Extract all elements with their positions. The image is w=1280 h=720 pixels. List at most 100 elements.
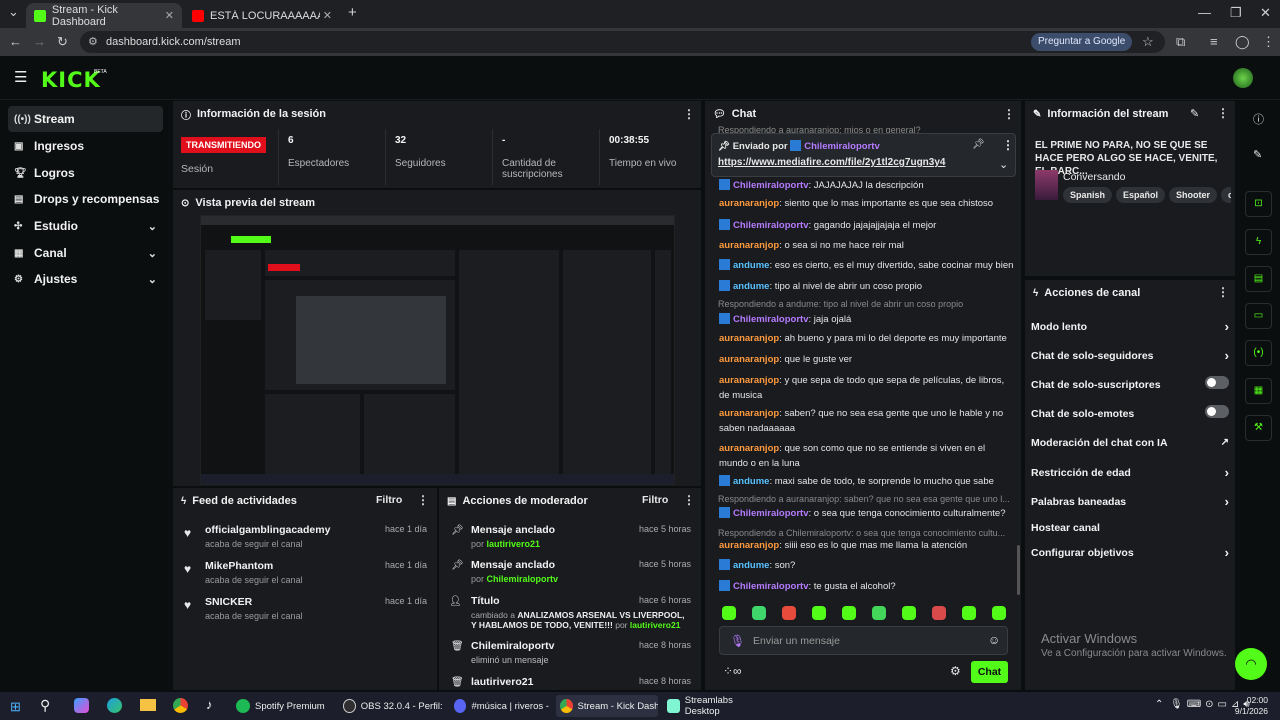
taskbar-app-obs[interactable]: OBS 32.0.4 - Perfil: ...: [339, 695, 444, 717]
kick-logo[interactable]: KICK: [41, 68, 101, 92]
points-icon[interactable]: ⁘∞: [723, 664, 742, 678]
mod-user[interactable]: lautirivero21: [630, 620, 681, 630]
minimize-icon[interactable]: —: [1198, 0, 1211, 27]
chat-username[interactable]: Chilemiraloportv: [733, 220, 809, 231]
taskbar-app-discord[interactable]: #música | riveros - ...: [450, 695, 550, 717]
mod-user[interactable]: lautirivero21: [487, 539, 541, 549]
chat-message[interactable]: andume: tipo al nivel de abrir un coso p…: [719, 279, 1015, 294]
category-name[interactable]: Conversando: [1063, 171, 1125, 183]
channel-action-item[interactable]: Restricción de edad ›: [1031, 465, 1229, 480]
site-info-icon[interactable]: ⚙: [88, 31, 98, 53]
more-options-icon[interactable]: ⋮: [1217, 106, 1229, 120]
tab-youtube[interactable]: ESTÁ LOCURAAAAAAAAAAAAAAA ✕: [184, 3, 340, 28]
chevron-down-icon[interactable]: ⌄: [999, 158, 1008, 171]
taskbar-clock[interactable]: 02:00 9/1/2026: [1232, 695, 1268, 717]
edit-stream-icon[interactable]: ✎: [1190, 107, 1199, 120]
sidebar-item-ingresos[interactable]: ▣ Ingresos: [8, 133, 163, 159]
sidebar-item-canal[interactable]: ▦ Canal ⌄: [8, 240, 163, 266]
channel-action-item[interactable]: Moderación del chat con IA ↗: [1031, 437, 1229, 449]
wrench-rail-icon[interactable]: ⚒: [1245, 415, 1272, 441]
chat-message[interactable]: auranaranjop: saben? que no sea esa gent…: [719, 406, 1015, 436]
sidebar-item-drops[interactable]: ▤ Drops y recompensas: [8, 186, 163, 212]
screenshot-rail-icon[interactable]: ⊡: [1245, 191, 1272, 217]
channel-action-item[interactable]: Palabras baneadas ›: [1031, 494, 1229, 509]
tag[interactable]: chill: [1221, 187, 1231, 203]
more-options-icon[interactable]: ⋮: [1002, 138, 1014, 152]
filter-button[interactable]: Filtro: [642, 494, 668, 506]
emoji-icon[interactable]: ☺: [988, 633, 1000, 647]
chat-scrollbar[interactable]: [1017, 545, 1020, 595]
emote-icon[interactable]: [812, 606, 826, 620]
edit-rail-icon[interactable]: ✎: [1253, 148, 1262, 161]
more-options-icon[interactable]: ⋮: [417, 493, 429, 507]
tab-search-icon[interactable]: ⌄: [8, 0, 19, 26]
chat-username[interactable]: auranaranjop: [719, 443, 779, 454]
chat-username[interactable]: andume: [733, 476, 769, 487]
channel-action-item[interactable]: Chat de solo-suscriptores: [1031, 376, 1229, 391]
file-explorer-icon[interactable]: [140, 699, 156, 711]
chat-message[interactable]: Chilemiraloportv: o sea que tenga conoci…: [719, 506, 1015, 521]
tray-chevron-icon[interactable]: ⌃: [1155, 699, 1163, 710]
chat-message[interactable]: andume: son?: [719, 558, 1015, 573]
stream-preview-video[interactable]: [200, 215, 675, 485]
chat-username[interactable]: Chilemiraloportv: [733, 180, 809, 191]
emote-icon[interactable]: [992, 606, 1006, 620]
chat-message[interactable]: auranaranjop: siento que lo mas importan…: [719, 196, 1015, 211]
channel-action-item[interactable]: Chat de solo-seguidores ›: [1031, 348, 1229, 363]
chat-message[interactable]: auranaranjop: y que sepa de todo que sep…: [719, 373, 1015, 403]
chat-message[interactable]: auranaranjop: o sea si no me hace reir m…: [719, 238, 1015, 253]
bookmark-star-icon[interactable]: ☆: [1142, 28, 1154, 56]
chat-username[interactable]: auranaranjop: [719, 354, 779, 365]
emote-icon[interactable]: [872, 606, 886, 620]
chat-username[interactable]: auranaranjop: [719, 198, 779, 209]
broadcast-rail-icon[interactable]: (•): [1245, 340, 1272, 366]
more-options-icon[interactable]: ⋮: [1003, 107, 1015, 121]
chrome-menu-icon[interactable]: ⋮: [1262, 28, 1275, 56]
emote-icon[interactable]: [902, 606, 916, 620]
emote-icon[interactable]: [962, 606, 976, 620]
chat-username[interactable]: auranaranjop: [719, 408, 779, 419]
chat-username[interactable]: auranaranjop: [719, 333, 779, 344]
more-options-icon[interactable]: ⋮: [1217, 285, 1229, 299]
pinned-message[interactable]: 📌︎ Enviado por Chilemiraloportv https://…: [711, 133, 1016, 177]
feed-name[interactable]: SNICKER: [205, 596, 303, 608]
forward-icon[interactable]: →: [33, 28, 46, 56]
edge-icon[interactable]: [107, 698, 122, 713]
emote-icon[interactable]: [752, 606, 766, 620]
chat-username[interactable]: auranaranjop: [719, 540, 779, 551]
taskbar-app-spotify[interactable]: Spotify Premium: [232, 695, 332, 717]
address-input[interactable]: ⚙ dashboard.kick.com/stream: [80, 31, 1165, 53]
unpin-icon[interactable]: 📌︎: [972, 139, 985, 150]
mod-user[interactable]: Chilemiraloportv: [487, 574, 559, 584]
reload-icon[interactable]: ↻: [57, 28, 68, 56]
chat-message[interactable]: auranaranjop: ah bueno y para mi lo del …: [719, 331, 1015, 346]
pinned-link[interactable]: https://www.mediafire.com/file/2y1tl2cg7…: [718, 157, 945, 168]
emote-icon[interactable]: [842, 606, 856, 620]
sidebar-item-ajustes[interactable]: ⚙ Ajustes ⌄: [8, 266, 163, 292]
emote-icon[interactable]: [722, 606, 736, 620]
taskbar-app-streamlabs[interactable]: Streamlabs Desktop: [663, 695, 763, 717]
filter-button[interactable]: Filtro: [376, 494, 402, 506]
maximize-icon[interactable]: ❐: [1230, 0, 1242, 27]
channel-action-item[interactable]: Hostear canal: [1031, 522, 1229, 534]
emote-icon[interactable]: [782, 606, 796, 620]
toggle-switch[interactable]: [1205, 405, 1229, 418]
chat-message[interactable]: Chilemiraloportv: gagando jajajajjajaja …: [719, 218, 1015, 233]
chrome-icon[interactable]: [173, 698, 188, 713]
chat-input[interactable]: 🎙︎ Enviar un mensaje ☺: [719, 626, 1008, 655]
chat-username[interactable]: andume: [733, 260, 769, 271]
toggle-switch[interactable]: [1205, 376, 1229, 389]
close-window-icon[interactable]: ✕: [1260, 0, 1271, 27]
tag[interactable]: Español: [1116, 187, 1166, 203]
info-rail-icon[interactable]: ⓘ: [1253, 111, 1264, 127]
tag[interactable]: Spanish: [1063, 187, 1113, 203]
chat-settings-icon[interactable]: ⚙: [950, 664, 961, 678]
lightning-rail-icon[interactable]: ϟ: [1245, 229, 1272, 255]
new-tab-button[interactable]: +: [348, 0, 357, 27]
tab-kick-dashboard[interactable]: Stream - Kick Dashboard ✕: [26, 3, 182, 28]
tag[interactable]: Shooter: [1169, 187, 1218, 203]
chat-message[interactable]: auranaranjop: que le guste ver: [719, 352, 1015, 367]
chat-send-button[interactable]: Chat: [971, 661, 1008, 683]
chat-message[interactable]: Chilemiraloportv: te gusta el alcohol?: [719, 579, 1015, 594]
tiktok-icon[interactable]: ♪: [206, 697, 213, 712]
